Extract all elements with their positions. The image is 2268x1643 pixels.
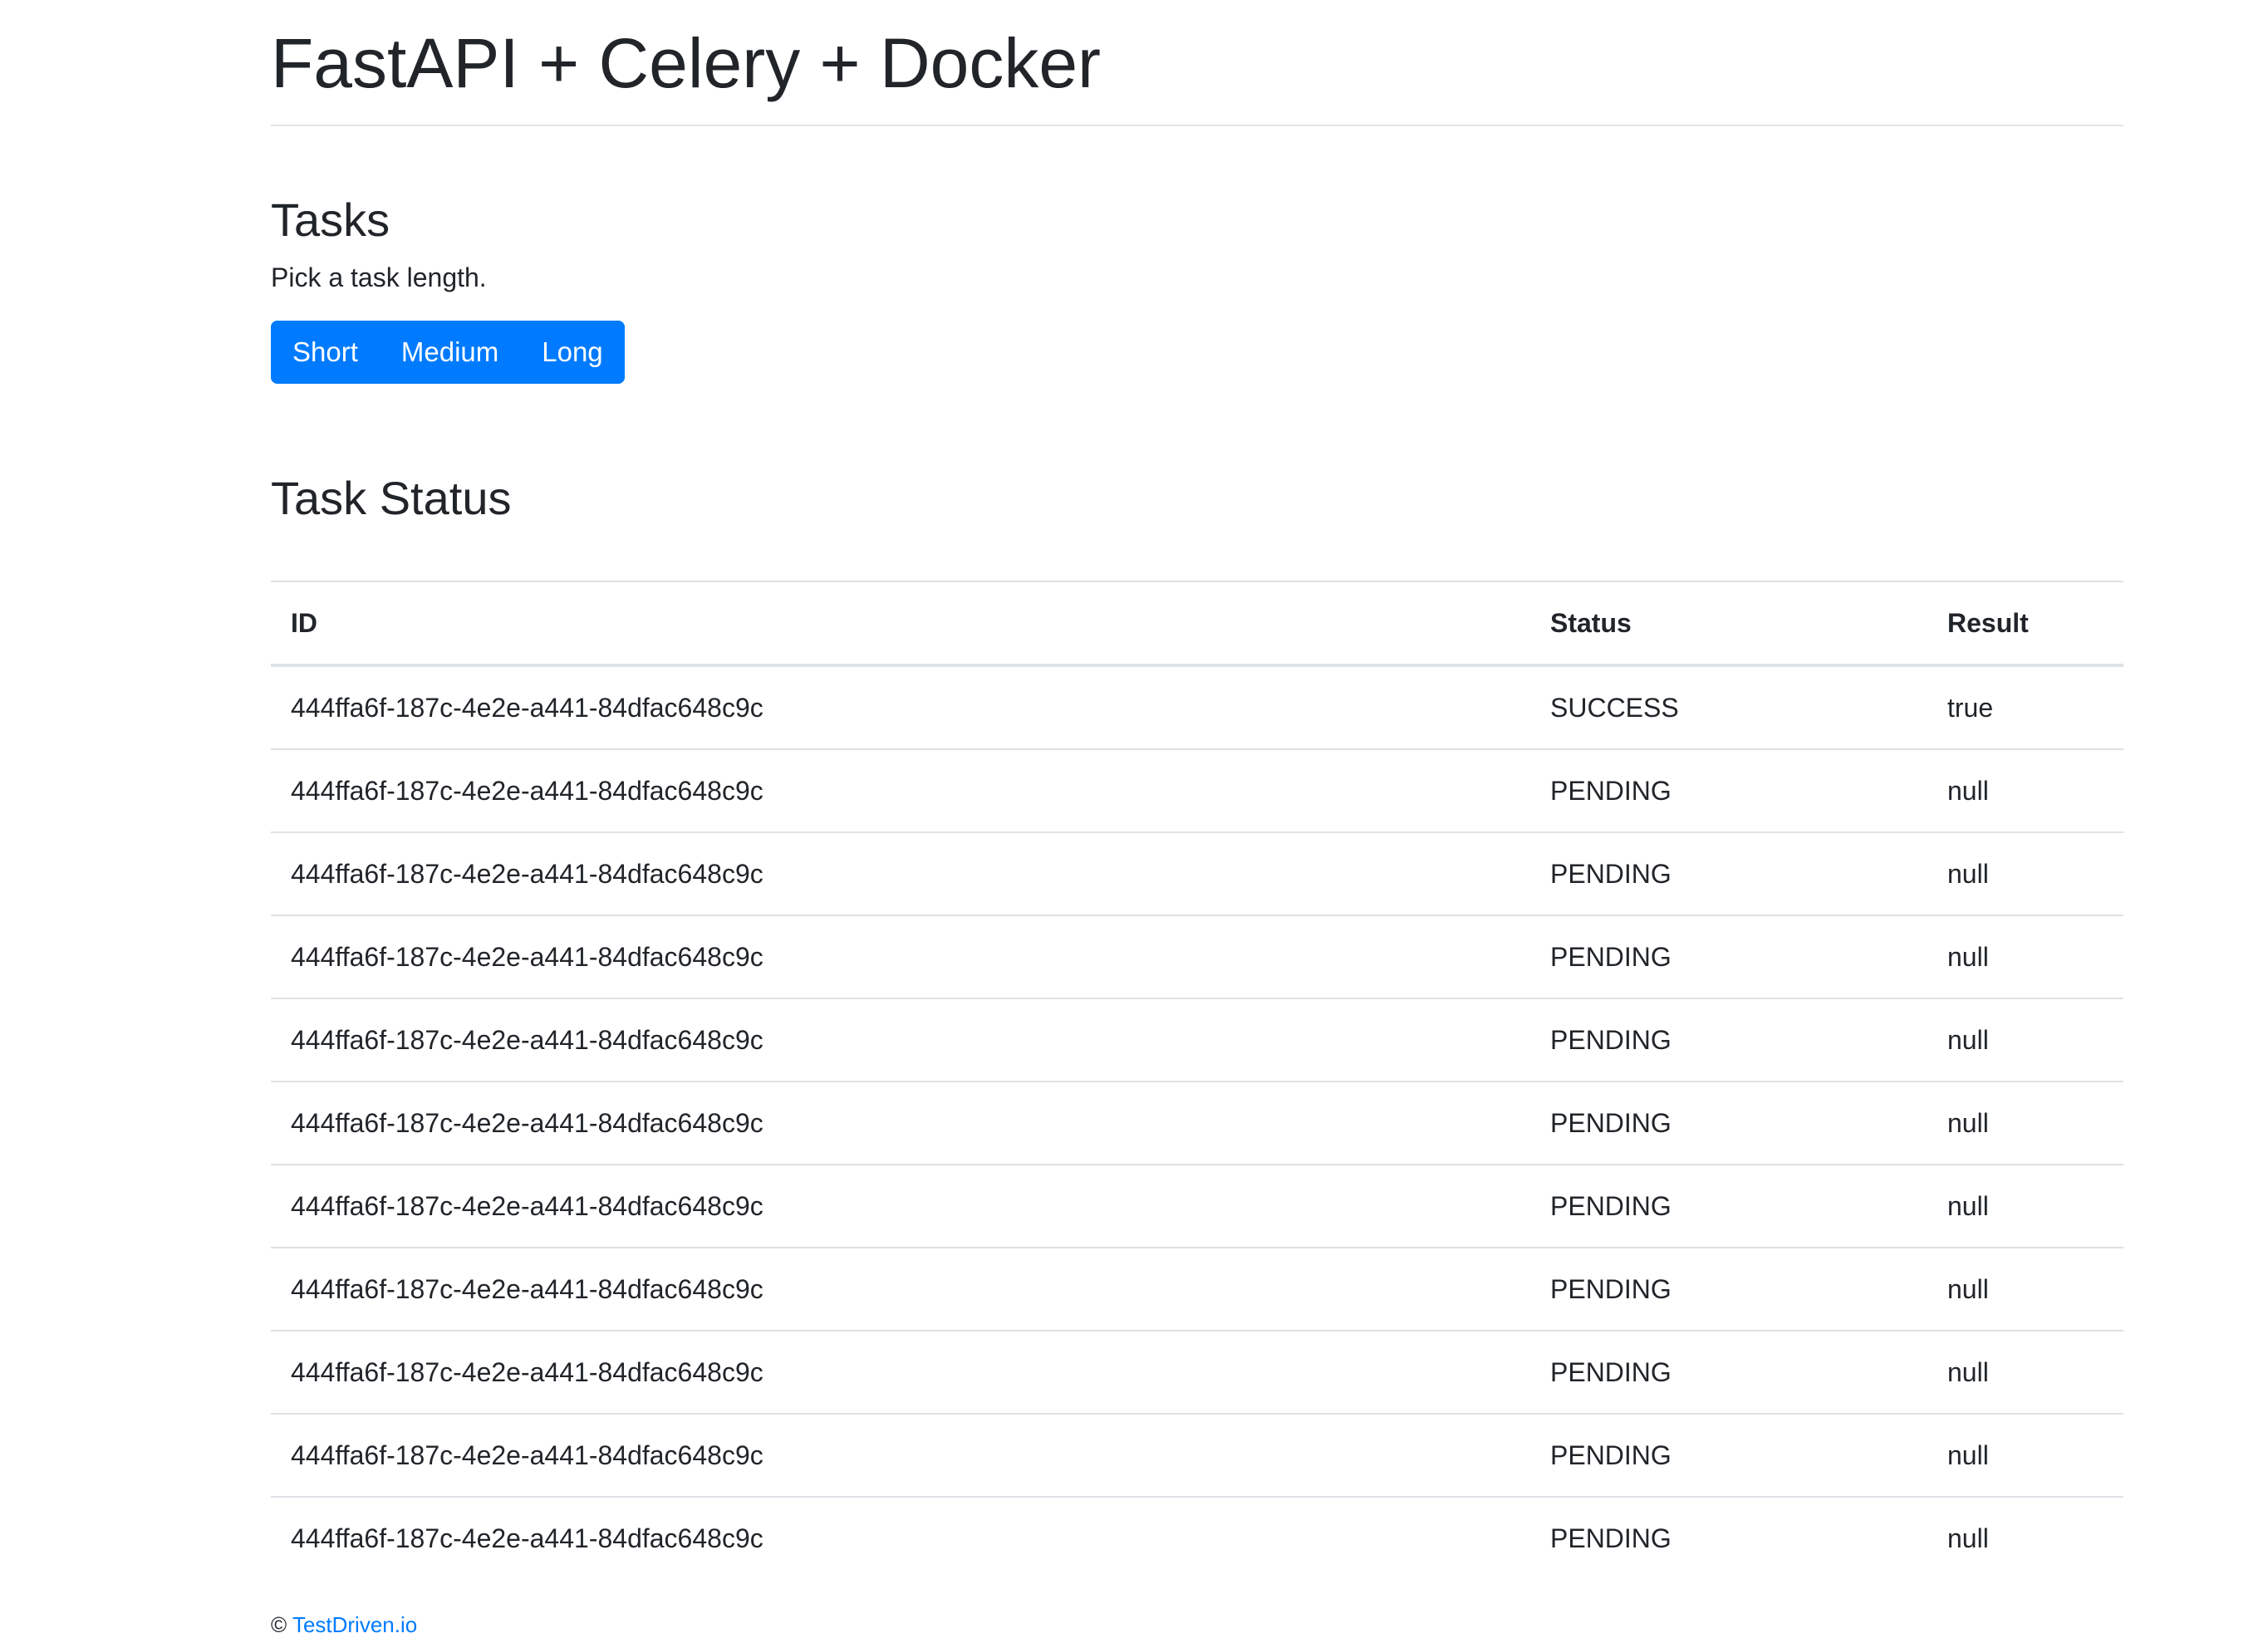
task-result-cell: null <box>1927 998 2123 1081</box>
task-status-cell: PENDING <box>1530 915 1927 998</box>
task-status-cell: PENDING <box>1530 1081 1927 1165</box>
task-status-cell: PENDING <box>1530 831 1927 915</box>
table-row: 444ffa6f-187c-4e2e-a441-84dfac648c9c PEND… <box>271 1413 2123 1497</box>
task-result-cell: null <box>1927 915 2123 998</box>
task-result-cell: null <box>1927 1081 2123 1165</box>
table-row: 444ffa6f-187c-4e2e-a441-84dfac648c9c SUCC… <box>271 665 2123 749</box>
task-status-cell: PENDING <box>1530 1247 1927 1331</box>
footer: © TestDriven.io <box>271 1610 417 1640</box>
tasks-instructions: Pick a task length. <box>271 262 487 292</box>
task-id-cell: 444ffa6f-187c-4e2e-a441-84dfac648c9c <box>291 692 763 723</box>
tasks-heading: Tasks <box>271 194 390 246</box>
table-row: 444ffa6f-187c-4e2e-a441-84dfac648c9c PEND… <box>271 748 2123 832</box>
task-status-table: ID Status Result 444ffa6f-187c-4e2e-a441… <box>271 581 2123 1579</box>
task-status-cell: PENDING <box>1530 748 1927 832</box>
task-result-cell: null <box>1927 1164 2123 1248</box>
tasks-section: Tasks Pick a task length. Short Medium L… <box>271 191 2123 384</box>
task-result-cell: null <box>1927 1413 2123 1497</box>
table-row: 444ffa6f-187c-4e2e-a441-84dfac648c9c PEND… <box>271 1330 2123 1414</box>
column-header-id: ID <box>271 581 1530 667</box>
task-id-cell: 444ffa6f-187c-4e2e-a441-84dfac648c9c <box>271 998 1530 1081</box>
task-status-cell: PENDING <box>1530 1413 1927 1497</box>
table-row: 444ffa6f-187c-4e2e-a441-84dfac648c9c PEND… <box>271 998 2123 1081</box>
task-result-cell: null <box>1927 1247 2123 1331</box>
task-result-cell: null <box>1927 1496 2123 1579</box>
table-row: 444ffa6f-187c-4e2e-a441-84dfac648c9c PEND… <box>271 831 2123 915</box>
task-id-cell: 444ffa6f-187c-4e2e-a441-84dfac648c9c <box>271 1081 1530 1165</box>
task-status-cell: PENDING <box>1530 998 1927 1081</box>
table-row: 444ffa6f-187c-4e2e-a441-84dfac648c9c PEND… <box>271 1496 2123 1579</box>
task-status-cell: PENDING <box>1530 1330 1927 1414</box>
task-status-cell: PENDING <box>1530 1164 1927 1248</box>
task-id-cell: 444ffa6f-187c-4e2e-a441-84dfac648c9c <box>271 748 1530 832</box>
testdriven-link[interactable]: TestDriven.io <box>292 1612 417 1637</box>
task-id-cell: 444ffa6f-187c-4e2e-a441-84dfac648c9c <box>271 831 1530 915</box>
task-status-heading: Task Status <box>271 472 512 524</box>
task-status-cell: PENDING <box>1530 1496 1927 1579</box>
task-length-button-group: Short Medium Long <box>271 321 625 384</box>
table-row: 444ffa6f-187c-4e2e-a441-84dfac648c9c PEND… <box>271 1081 2123 1165</box>
task-id-cell: 444ffa6f-187c-4e2e-a441-84dfac648c9c <box>271 1247 1530 1331</box>
task-result-cell: null <box>1927 748 2123 832</box>
task-id-cell: 444ffa6f-187c-4e2e-a441-84dfac648c9c <box>271 1330 1530 1414</box>
task-id-cell: 444ffa6f-187c-4e2e-a441-84dfac648c9c <box>271 1413 1530 1497</box>
table-row: 444ffa6f-187c-4e2e-a441-84dfac648c9c PEND… <box>271 1164 2123 1248</box>
task-id-cell: 444ffa6f-187c-4e2e-a441-84dfac648c9c <box>271 915 1530 998</box>
task-result-cell: true <box>1947 692 1994 723</box>
long-task-button[interactable]: Long <box>520 321 625 384</box>
task-status-rows: 444ffa6f-187c-4e2e-a441-84dfac648c9c SUCC… <box>271 665 2123 1579</box>
task-id-cell: 444ffa6f-187c-4e2e-a441-84dfac648c9c <box>271 1164 1530 1248</box>
page-title: FastAPI + Celery + Docker <box>271 24 1102 102</box>
column-header-status: Status <box>1530 581 1927 667</box>
copyright-symbol: © <box>271 1612 287 1637</box>
medium-task-button[interactable]: Medium <box>379 321 521 384</box>
table-row: 444ffa6f-187c-4e2e-a441-84dfac648c9c PEND… <box>271 1247 2123 1331</box>
task-id-cell: 444ffa6f-187c-4e2e-a441-84dfac648c9c <box>271 1496 1530 1579</box>
task-result-cell: null <box>1927 1330 2123 1414</box>
table-header-row: ID Status Result <box>271 581 2123 667</box>
column-header-result: Result <box>1927 581 2123 667</box>
task-status-cell: SUCCESS <box>1550 692 1679 723</box>
task-status-section: Task Status ID Status Result 444ffa6f-18… <box>271 469 2123 1579</box>
table-row: 444ffa6f-187c-4e2e-a441-84dfac648c9c PEND… <box>271 915 2123 998</box>
title-divider <box>271 125 2123 126</box>
main-container: FastAPI + Celery + Docker Tasks Pick a t… <box>271 0 2123 1579</box>
short-task-button[interactable]: Short <box>271 321 380 384</box>
task-result-cell: null <box>1927 831 2123 915</box>
